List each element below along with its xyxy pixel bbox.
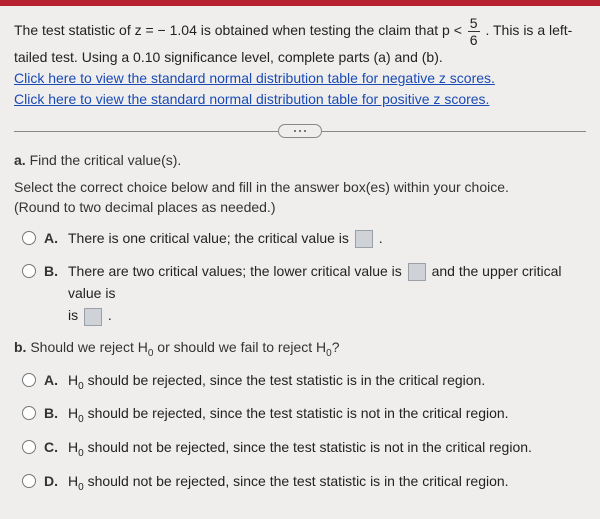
part-b-choices: A. H0 should be rejected, since the test… [14, 369, 586, 496]
radio-part-b-option-d[interactable] [22, 474, 36, 488]
instr-line-1: Select the correct choice below and fill… [14, 179, 509, 195]
pb-b-t2: should be rejected, since the test stati… [84, 405, 509, 421]
radio-part-b-option-a[interactable] [22, 373, 36, 387]
fraction-five-sixths: 5 6 [468, 16, 480, 47]
choice-b-t3: . [108, 307, 112, 323]
part-b-heading: b. Should we reject H0 or should we fail… [14, 339, 586, 359]
choice-b-a-row: A. H0 should be rejected, since the test… [22, 369, 586, 395]
part-a-prefix: a. [14, 152, 26, 168]
choice-b-letter-a: A. [44, 369, 62, 391]
choice-a-t2: . [379, 230, 383, 246]
question-content: The test statistic of z = − 1.04 is obta… [0, 6, 600, 516]
choice-b-a-text: H0 should be rejected, since the test st… [68, 369, 586, 395]
pb-d-h: H [68, 473, 78, 489]
choice-b-letter-c: C. [44, 436, 62, 458]
link-positive-z-table[interactable]: Click here to view the standard normal d… [14, 91, 489, 107]
choice-b-text: There are two critical values; the lower… [68, 260, 586, 327]
choice-b-d-row: D. H0 should not be rejected, since the … [22, 470, 586, 496]
part-a-heading-text: Find the critical value(s). [26, 152, 182, 168]
part-b-prefix: b. [14, 339, 26, 355]
choice-b-t1: There are two critical values; the lower… [68, 263, 406, 279]
part-b-h-t3: ? [332, 339, 340, 355]
expand-pill[interactable] [278, 124, 322, 138]
choice-letter-a: A. [44, 227, 62, 249]
radio-part-a-option-b[interactable] [22, 264, 36, 278]
radio-part-b-option-b[interactable] [22, 406, 36, 420]
choice-b-c-text: H0 should not be rejected, since the tes… [68, 436, 586, 462]
choice-a-t1: There is one critical value; the critica… [68, 230, 353, 246]
pb-c-t2: should not be rejected, since the test s… [84, 439, 532, 455]
choice-b-row: B. There are two critical values; the lo… [22, 260, 586, 327]
pb-c-h: H [68, 439, 78, 455]
choice-b-letter-d: D. [44, 470, 62, 492]
answer-blank-1[interactable] [355, 230, 373, 248]
pb-d-t2: should not be rejected, since the test s… [84, 473, 509, 489]
section-separator [14, 124, 586, 138]
fraction-denominator: 6 [468, 32, 480, 47]
pb-a-h: H [68, 372, 78, 388]
pb-a-t2: should be rejected, since the test stati… [84, 372, 486, 388]
radio-part-b-option-c[interactable] [22, 440, 36, 454]
ellipsis-icon [299, 130, 301, 132]
choice-b-letter-b: B. [44, 402, 62, 424]
answer-blank-2[interactable] [408, 263, 426, 281]
answer-blank-3[interactable] [84, 308, 102, 326]
choice-b-d-text: H0 should not be rejected, since the tes… [68, 470, 586, 496]
pb-b-h: H [68, 405, 78, 421]
fraction-numerator: 5 [468, 16, 480, 32]
part-b: b. Should we reject H0 or should we fail… [14, 339, 586, 496]
choice-letter-b: B. [44, 260, 62, 282]
part-a-instructions: Select the correct choice below and fill… [14, 178, 586, 217]
part-b-h-t1: Should we reject H [26, 339, 147, 355]
question-intro: The test statistic of z = − 1.04 is obta… [14, 16, 586, 110]
choice-a-text: There is one critical value; the critica… [68, 227, 586, 249]
part-a-choices: A. There is one critical value; the crit… [14, 227, 586, 327]
choice-b-c-row: C. H0 should not be rejected, since the … [22, 436, 586, 462]
choice-a-row: A. There is one critical value; the crit… [22, 227, 586, 249]
intro-text-1: The test statistic of z = − 1.04 is obta… [14, 22, 466, 38]
part-a: a. Find the critical value(s). Select th… [14, 152, 586, 327]
instr-line-2: (Round to two decimal places as needed.) [14, 199, 275, 215]
choice-b-b-row: B. H0 should be rejected, since the test… [22, 402, 586, 428]
radio-part-a-option-a[interactable] [22, 231, 36, 245]
choice-b-is: is [68, 307, 82, 323]
link-negative-z-table[interactable]: Click here to view the standard normal d… [14, 70, 495, 86]
part-b-h-t2: or should we fail to reject H [153, 339, 326, 355]
part-a-heading: a. Find the critical value(s). [14, 152, 586, 168]
choice-b-b-text: H0 should be rejected, since the test st… [68, 402, 586, 428]
